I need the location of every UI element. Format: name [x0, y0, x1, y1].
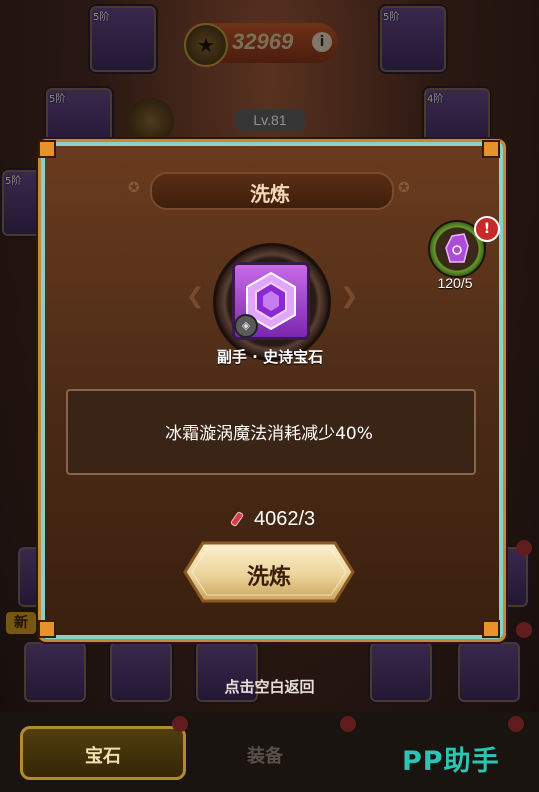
left-arrow-ornament-icon: ❮ — [186, 284, 205, 309]
notification-dot — [516, 622, 532, 638]
refine-cost: 4062/3 — [254, 508, 316, 530]
notification-dot — [172, 716, 188, 732]
crown-icon: ★ — [184, 23, 228, 67]
notification-dot — [340, 716, 356, 732]
slot-tier: 5阶 — [93, 12, 110, 23]
frame-corner — [38, 620, 56, 638]
dialog-title: 洗炼 — [250, 182, 290, 206]
star-ornament-icon: ✪ — [128, 180, 140, 196]
frame-corner — [38, 140, 56, 158]
stone-count: 120/5 — [437, 275, 473, 291]
star-ornament-icon: ✪ — [398, 180, 410, 196]
frame-corner — [482, 140, 500, 158]
level-badge: Lv.81 — [235, 109, 305, 131]
alert-badge: ! — [474, 216, 500, 242]
slot-tier: 4阶 — [427, 94, 444, 105]
equip-slot-helmet[interactable]: 5阶 — [378, 4, 448, 74]
potion-icon — [230, 511, 244, 527]
refine-button-label: 洗炼 — [246, 565, 291, 590]
tab-equipment[interactable]: 装备 — [200, 742, 330, 768]
slot-tier: 5阶 — [5, 176, 22, 187]
slot-tier: 5阶 — [383, 12, 400, 23]
info-icon[interactable]: i — [312, 32, 332, 52]
gem-name: 副手 · 史诗宝石 — [216, 348, 324, 366]
effect-text: 冰霜漩涡魔法消耗减少40% — [165, 424, 373, 444]
equip-slot-weapon[interactable]: 5阶 — [88, 4, 158, 74]
tab-gem-label: 宝石 — [85, 746, 121, 767]
slot-tier: 5阶 — [49, 94, 66, 105]
watermark: PP助手 — [402, 746, 500, 777]
lock-icon[interactable]: ◈ — [234, 314, 258, 338]
right-arrow-ornament-icon: ❯ — [340, 284, 359, 309]
gold-value: 32969 — [232, 29, 294, 54]
avatar — [128, 98, 174, 144]
dismiss-hint[interactable]: 点击空白返回 — [0, 676, 539, 697]
notification-dot — [516, 540, 532, 556]
notification-dot — [508, 716, 524, 732]
frame-corner — [482, 620, 500, 638]
new-tag: 新 — [6, 612, 36, 634]
